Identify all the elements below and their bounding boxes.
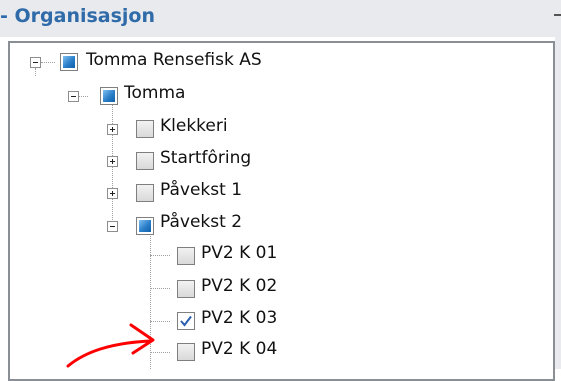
red-arrow-annotation <box>66 323 155 368</box>
red-arrow-stroke <box>66 339 152 368</box>
red-arrow-head <box>129 323 155 355</box>
